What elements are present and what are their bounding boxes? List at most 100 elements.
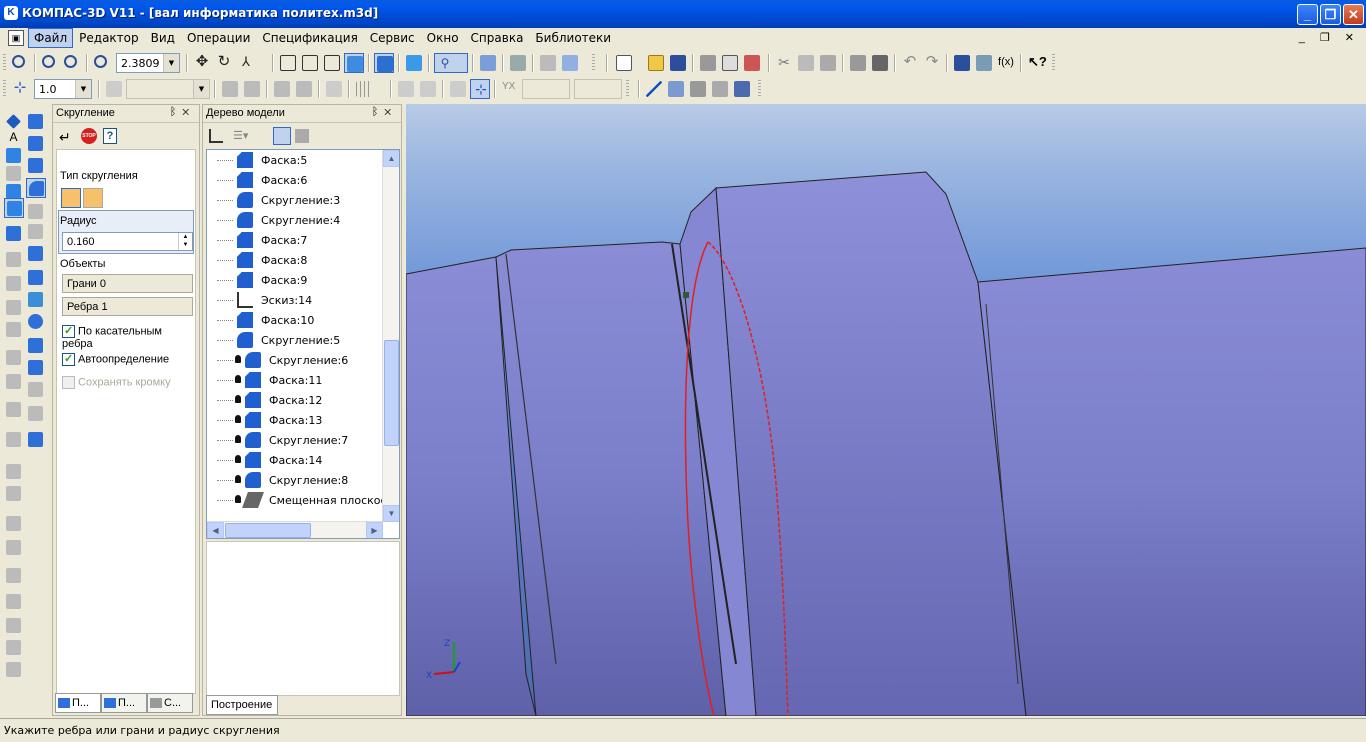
spec-button[interactable] — [538, 53, 558, 73]
apply-arrow-icon[interactable]: ↵ — [59, 129, 71, 146]
layer-state-button[interactable] — [104, 79, 124, 99]
maximize-button[interactable]: ❐ — [1320, 4, 1341, 25]
help-pointer-button[interactable]: ↖? — [1026, 53, 1047, 73]
vtool-o-button[interactable] — [4, 592, 24, 612]
snap-point-button[interactable]: ⊹ — [10, 79, 30, 99]
layer-combo[interactable]: ▼ — [126, 79, 210, 99]
chevron-down-icon[interactable]: ▼ — [193, 80, 209, 98]
tree-item[interactable]: Фаска:12 — [207, 390, 383, 410]
tree-item[interactable]: Фаска:6 — [207, 170, 383, 190]
tangent-edges-check[interactable] — [62, 324, 75, 338]
copy-op-button[interactable] — [26, 358, 46, 378]
zoom-scale-button[interactable] — [62, 53, 82, 73]
toolbar-end-gripper-2[interactable] — [758, 80, 761, 98]
layers-button[interactable] — [952, 53, 972, 73]
radius-spinner-icon[interactable]: ▲ ▼ — [178, 233, 192, 250]
step-value-combo[interactable]: 1.0 ▼ — [34, 79, 92, 99]
zoom-button[interactable] — [92, 53, 112, 73]
toolbar-gripper[interactable] — [3, 80, 6, 98]
scroll-right-icon[interactable]: ▶ — [366, 522, 383, 538]
variables-button[interactable] — [974, 53, 994, 73]
copy-button[interactable] — [796, 53, 816, 73]
edges-field[interactable]: Ребра 1 — [62, 297, 193, 316]
vtool-a-button[interactable] — [4, 224, 24, 244]
document-icon[interactable]: ▣ — [8, 30, 24, 46]
coord-x-field[interactable] — [522, 79, 570, 99]
scroll-left-icon[interactable]: ◀ — [207, 522, 224, 538]
menu-item-5[interactable]: Сервис — [364, 28, 421, 48]
minimize-button[interactable]: _ — [1297, 4, 1318, 25]
tree-structure-icon[interactable] — [209, 129, 223, 143]
assembly-button[interactable] — [26, 430, 46, 450]
properties-button[interactable] — [742, 53, 762, 73]
vtool-h-button[interactable] — [4, 400, 24, 420]
rib-button[interactable] — [26, 268, 46, 288]
list-button[interactable] — [870, 53, 890, 73]
rotate-op-button[interactable] — [26, 134, 46, 154]
vtool-r-button[interactable] — [4, 660, 24, 680]
auto-detect-check[interactable] — [62, 352, 75, 366]
new-document-button[interactable] — [614, 53, 634, 73]
shaded-edges-button[interactable] — [374, 53, 394, 73]
orientation-button[interactable]: ⅄ — [236, 53, 256, 73]
menu-item-0[interactable]: Файл — [28, 28, 74, 48]
menu-item-6[interactable]: Окно — [421, 28, 465, 48]
shaded-button[interactable] — [344, 53, 364, 73]
split-button[interactable] — [26, 404, 46, 424]
ortho-button[interactable] — [396, 79, 416, 99]
array-button[interactable] — [26, 336, 46, 356]
magnet-button[interactable] — [272, 79, 292, 99]
fillet-constant-button[interactable] — [61, 188, 81, 208]
redo-button[interactable]: ↷ — [922, 53, 942, 73]
rotate-button[interactable]: ↻ — [214, 53, 234, 73]
tree-item[interactable]: Эскиз:14 — [207, 290, 383, 310]
menu-item-4[interactable]: Спецификация — [256, 28, 363, 48]
eraser-button[interactable] — [710, 79, 730, 99]
vtool-i-button[interactable] — [4, 430, 24, 450]
toolbar-gripper[interactable] — [3, 54, 6, 72]
mirror-button[interactable] — [26, 222, 46, 242]
vtool-g-button[interactable] — [4, 372, 24, 392]
local-cs-button[interactable] — [220, 79, 240, 99]
extrude-button[interactable] — [26, 112, 46, 132]
axis-button[interactable] — [418, 79, 438, 99]
tab-properties[interactable]: П... — [101, 693, 147, 713]
toolbar-end-gripper-2[interactable] — [1052, 54, 1055, 72]
tree-vertical-scrollbar[interactable]: ▲ ▼ — [382, 150, 399, 522]
vtool-d-button[interactable] — [4, 298, 24, 318]
refresh-button[interactable] — [560, 53, 580, 73]
preview-button[interactable] — [720, 53, 740, 73]
tree-item[interactable]: Скругление:6 — [207, 350, 383, 370]
print-button[interactable] — [698, 53, 718, 73]
shaft-model[interactable]: Z X — [406, 104, 1366, 716]
open-button[interactable] — [646, 53, 666, 73]
menu-item-2[interactable]: Вид — [145, 28, 181, 48]
manager-button[interactable] — [478, 53, 498, 73]
tree-item[interactable]: Фаска:13 — [207, 410, 383, 430]
tree-horizontal-scrollbar[interactable]: ◀ ▶ — [207, 521, 383, 538]
tree-item[interactable]: Фаска:8 — [207, 250, 383, 270]
plane-state-button[interactable] — [242, 79, 262, 99]
shell-button[interactable] — [26, 202, 46, 222]
pan-button[interactable]: ✥ — [192, 53, 212, 73]
paste-button[interactable] — [818, 53, 838, 73]
surface-button[interactable] — [688, 79, 708, 99]
cut-extrude-button[interactable] — [26, 156, 46, 176]
library-button[interactable] — [508, 53, 528, 73]
round-button[interactable] — [448, 79, 468, 99]
tree-item[interactable]: Скругление:7 — [207, 430, 383, 450]
fillet-variable-button[interactable] — [83, 188, 103, 208]
stop-icon[interactable]: STOP — [81, 128, 97, 144]
pin-tool-button[interactable] — [294, 79, 314, 99]
pin-icon[interactable]: ᛒ — [170, 106, 183, 118]
tree-item[interactable]: Фаска:11 — [207, 370, 383, 390]
tree-item[interactable]: Скругление:5 — [207, 330, 383, 350]
tree-view-mode-icon[interactable] — [295, 129, 309, 143]
vtool-n-button[interactable] — [4, 566, 24, 586]
tab-construction[interactable]: Построение — [206, 695, 278, 715]
chevron-down-icon[interactable]: ▼ — [163, 54, 179, 72]
vtool-l-button[interactable] — [4, 514, 24, 534]
zoom-value-combo[interactable]: 2.3809 ▼ — [116, 53, 180, 73]
vtool-k-button[interactable] — [4, 484, 24, 504]
model-viewport[interactable]: Z X — [406, 104, 1366, 716]
